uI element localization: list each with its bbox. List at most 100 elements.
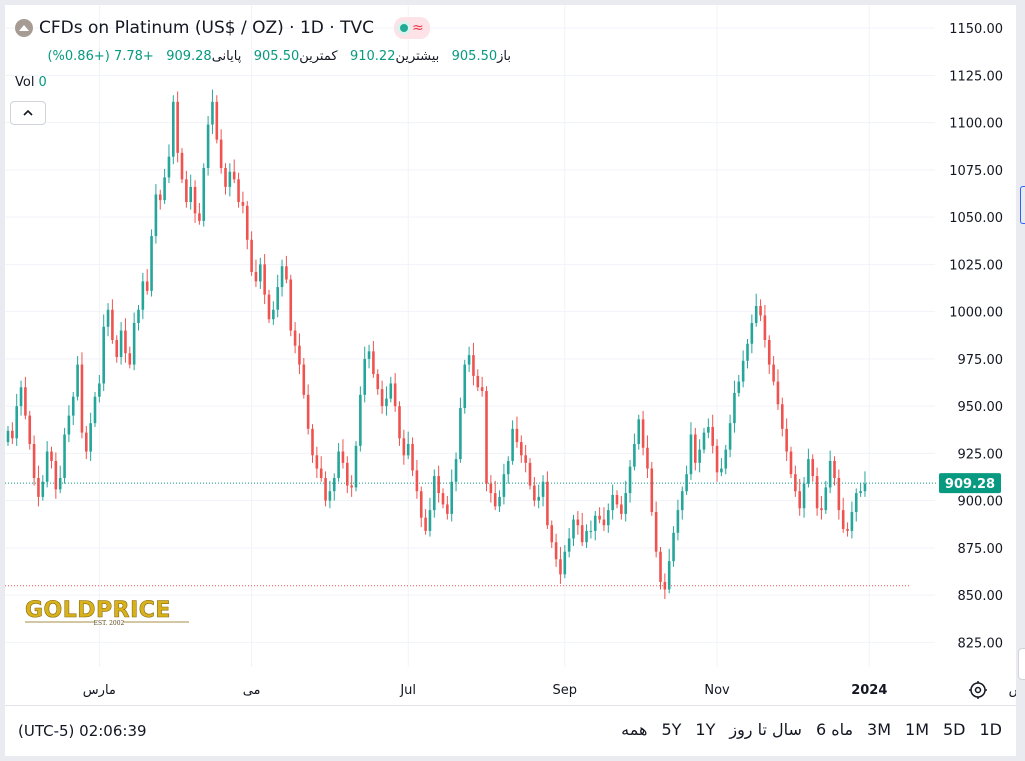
candle-body — [6, 430, 10, 443]
last-price-label: 909.28 — [945, 477, 995, 492]
candle-body — [280, 266, 284, 288]
candle-body — [572, 519, 575, 539]
candle-body — [332, 477, 336, 492]
candle-body — [702, 432, 706, 450]
candle-body — [154, 194, 158, 237]
candle-body — [276, 287, 279, 310]
candle-body — [41, 481, 45, 497]
candle-body — [93, 396, 97, 424]
candle-body — [459, 408, 462, 460]
candle-body — [820, 508, 823, 511]
gear-icon[interactable] — [965, 677, 991, 703]
candle-body — [841, 510, 845, 530]
candle-body — [607, 510, 610, 526]
close-value: 909.28 — [166, 49, 212, 64]
candle-body — [428, 510, 432, 531]
candle-body — [580, 525, 584, 543]
candle-body — [759, 305, 762, 316]
candle-body — [528, 462, 532, 486]
candle-body — [167, 156, 171, 178]
candle-body — [672, 532, 675, 562]
chart-panel: 1150.00 1125.00 1100.00 1075.00 1050.00 1025.… — [5, 5, 1016, 756]
platinum-symbol-icon[interactable] — [15, 19, 33, 37]
candle-body — [450, 481, 453, 514]
market-open-dot-icon — [399, 24, 408, 32]
candle-body — [694, 434, 697, 463]
candle-body — [111, 309, 114, 340]
timezone-clock[interactable]: (UTC-5) 02:06:39 — [18, 722, 147, 740]
candle-body — [393, 383, 397, 407]
candle-body — [611, 494, 614, 511]
range-ytd-button[interactable]: سال تا روز — [729, 720, 802, 739]
candle-body — [680, 491, 684, 511]
high-value: 910.22 — [349, 49, 396, 64]
candle-body — [733, 392, 736, 424]
candle-body — [763, 315, 767, 340]
candle — [463, 359, 467, 414]
range-1y-button[interactable]: 1Y — [695, 720, 715, 739]
svg-text:EST. 2002: EST. 2002 — [94, 620, 125, 627]
candle-body — [24, 387, 27, 416]
candle-body — [363, 358, 366, 395]
high-label: بیشترین — [395, 49, 440, 64]
market-status-icon[interactable]: ≈ — [393, 17, 430, 39]
candle-body — [815, 476, 819, 509]
candle-body — [158, 194, 162, 201]
candle-body — [828, 460, 832, 488]
candle — [80, 352, 84, 439]
candle-body — [380, 389, 384, 407]
candle-body — [559, 559, 562, 575]
goldprice-logo: GOLDPRICE EST. 2002 — [25, 598, 189, 627]
right-panel-handle[interactable] — [1018, 648, 1025, 680]
candle-body — [19, 387, 23, 407]
x-tick-label: Nov — [704, 683, 730, 698]
candle-body — [302, 364, 306, 395]
symbol-title[interactable]: CFDs on Platinum (US$ / OZ) · 1D · TVC — [39, 18, 374, 38]
candle-body — [58, 477, 62, 490]
candle-body — [354, 445, 358, 488]
candle-body — [28, 415, 32, 444]
range-3m-button[interactable]: 3M — [867, 720, 891, 739]
candle-body — [585, 530, 588, 543]
side-panel-tab[interactable] — [1020, 186, 1025, 224]
range-6m-button[interactable]: 6 ماه — [816, 720, 853, 739]
candle-body — [502, 474, 506, 497]
y-tick-label: 1075.00 — [949, 164, 1003, 179]
range-5y-button[interactable]: 5Y — [661, 720, 681, 739]
candle-body — [411, 443, 414, 471]
range-1m-button[interactable]: 1M — [905, 720, 929, 739]
x-tick-label: 2024 — [851, 683, 887, 698]
candle-body — [80, 364, 84, 433]
candle-body — [441, 493, 445, 505]
candle-body — [350, 485, 353, 488]
candle-body — [493, 493, 497, 507]
collapse-legend-button[interactable] — [10, 101, 46, 125]
candle-body — [293, 330, 297, 346]
candle-body — [272, 309, 275, 320]
y-tick-label: 1050.00 — [949, 211, 1003, 226]
candle-body — [685, 474, 688, 492]
candle-body — [228, 171, 232, 187]
candle-body — [641, 419, 645, 448]
chevron-up-icon — [23, 109, 33, 116]
candle-body — [124, 330, 127, 354]
range-all-button[interactable]: همه — [621, 720, 647, 739]
candle-body — [328, 491, 332, 501]
candle-body — [515, 428, 519, 443]
price-axis[interactable]: 1150.00 1125.00 1100.00 1075.00 1050.00 1025.… — [949, 22, 1003, 651]
candle — [63, 427, 66, 484]
y-tick-label: 950.00 — [958, 400, 1004, 415]
candle-body — [454, 459, 458, 482]
candle-body — [250, 239, 253, 272]
candle-body — [798, 491, 801, 509]
candle-body — [789, 451, 793, 475]
candle-body — [754, 305, 758, 323]
candle-body — [602, 519, 606, 526]
candle-body — [480, 387, 484, 392]
range-1d-button[interactable]: 1D — [980, 720, 1003, 739]
candle-body — [406, 443, 410, 456]
candle-body — [219, 139, 223, 168]
range-5d-button[interactable]: 5D — [943, 720, 966, 739]
change-value: +7.78 (+0.86%) — [47, 49, 154, 64]
time-axis[interactable]: مارس می Jul Sep Nov 2024 ارس — [83, 683, 1016, 698]
